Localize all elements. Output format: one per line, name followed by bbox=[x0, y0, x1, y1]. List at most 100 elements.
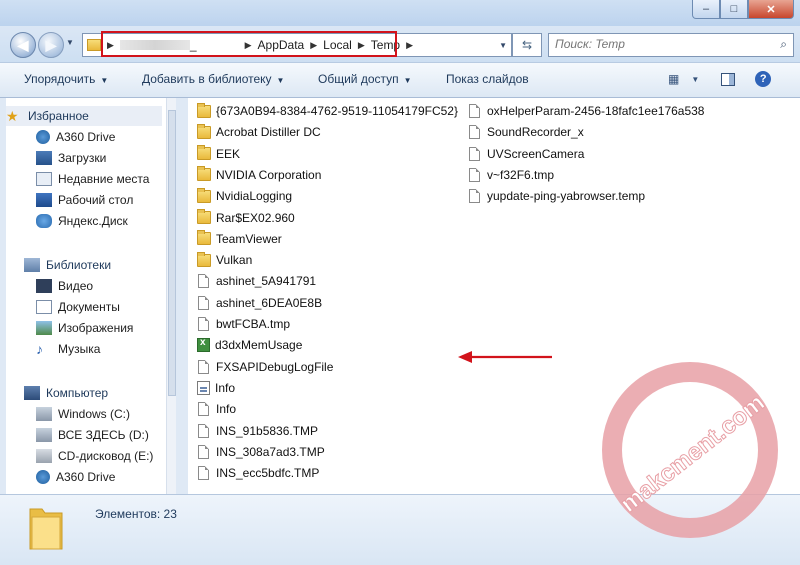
folder-item[interactable]: EEK bbox=[197, 144, 240, 164]
yandex-disk-icon bbox=[36, 214, 52, 228]
nav-favorites[interactable]: ★ Избранное bbox=[6, 106, 162, 126]
item-name: UVScreenCamera bbox=[487, 146, 585, 161]
add-to-library-button[interactable]: Добавить в библиотеку ▼ bbox=[142, 72, 284, 86]
file-item[interactable]: yupdate-ping-yabrowser.temp bbox=[468, 186, 645, 206]
nav-item-label: A360 Drive bbox=[56, 130, 116, 144]
recent-pages-chevron-icon[interactable]: ▼ bbox=[66, 38, 74, 47]
file-item[interactable]: SoundRecorder_x bbox=[468, 122, 584, 142]
folder-item[interactable]: Vulkan bbox=[197, 250, 252, 270]
item-name: Info bbox=[216, 402, 237, 417]
nav-computer[interactable]: Компьютер bbox=[24, 383, 108, 403]
file-item[interactable]: d3dxMemUsage bbox=[197, 335, 302, 355]
nav-item-yandex-disk[interactable]: Яндекс.Диск bbox=[36, 211, 128, 231]
nav-item-label: Windows (C:) bbox=[58, 407, 131, 421]
help-icon[interactable]: ? bbox=[755, 71, 772, 87]
nav-item-label: Загрузки bbox=[58, 151, 107, 165]
search-box[interactable]: ⌕ bbox=[548, 33, 794, 57]
item-name: yupdate-ping-yabrowser.temp bbox=[487, 189, 646, 204]
file-icon bbox=[198, 423, 209, 438]
refresh-icon[interactable]: ⇆ bbox=[512, 33, 542, 57]
folder-item[interactable]: Acrobat Distiller DC bbox=[197, 122, 321, 142]
file-item[interactable]: FXSAPIDebugLogFile bbox=[197, 357, 333, 377]
file-icon bbox=[469, 167, 480, 182]
nav-item-label: Документы bbox=[58, 300, 120, 314]
nav-item-label: Яндекс.Диск bbox=[58, 214, 128, 228]
chevron-down-icon: ▼ bbox=[276, 76, 285, 85]
close-button[interactable]: ✕ bbox=[748, 0, 794, 19]
file-item[interactable]: bwtFCBA.tmp bbox=[197, 314, 290, 334]
item-name: INS_91b5836.TMP bbox=[216, 423, 319, 438]
item-name: SoundRecorder_x bbox=[487, 125, 584, 140]
item-name: Rar$EX02.960 bbox=[216, 210, 295, 225]
file-item[interactable]: Info bbox=[197, 378, 235, 398]
a360-drive-icon bbox=[36, 130, 50, 144]
search-input[interactable] bbox=[549, 34, 770, 54]
breadcrumb-arrow-icon[interactable]: ▶ bbox=[406, 40, 413, 51]
music-icon: ♪ bbox=[36, 341, 43, 357]
nav-item-drive-e[interactable]: CD-дисковод (E:) bbox=[36, 446, 153, 466]
file-item[interactable]: ashinet_5A941791 bbox=[197, 271, 316, 291]
file-item[interactable]: INS_ecc5bdfc.TMP bbox=[197, 463, 319, 483]
nav-item-recent-places[interactable]: Недавние места bbox=[36, 169, 149, 189]
cd-drive-icon bbox=[36, 449, 52, 463]
nav-item-documents[interactable]: Документы bbox=[36, 297, 120, 317]
excel-file-icon bbox=[197, 337, 210, 353]
nav-item-a360-drive[interactable]: A360 Drive bbox=[36, 127, 115, 147]
file-icon bbox=[469, 146, 480, 161]
folder-item[interactable]: NvidiaLogging bbox=[197, 186, 292, 206]
folder-item[interactable]: Rar$EX02.960 bbox=[197, 208, 295, 228]
file-item[interactable]: Info bbox=[197, 399, 236, 419]
minimize-button[interactable]: – bbox=[692, 0, 720, 19]
nav-item-label: Недавние места bbox=[58, 172, 150, 186]
nav-item-pictures[interactable]: Изображения bbox=[36, 318, 133, 338]
slideshow-button[interactable]: Показ слайдов bbox=[446, 72, 529, 86]
address-bar[interactable]: ▶ _ ▶ AppData ▶ Local ▶ Temp ▶ ▼ bbox=[82, 31, 512, 57]
address-dropdown-icon[interactable]: ▼ bbox=[499, 41, 507, 50]
config-file-icon bbox=[197, 380, 210, 395]
file-item[interactable]: oxHelperParam-2456-18fafc1ee176a538 bbox=[468, 101, 704, 121]
nav-item-music[interactable]: ♪ Музыка bbox=[36, 339, 100, 359]
folder-icon bbox=[197, 187, 211, 203]
search-icon[interactable]: ⌕ bbox=[780, 37, 787, 52]
nav-scroll-thumb[interactable] bbox=[168, 110, 176, 396]
nav-item-drive-d[interactable]: ВСЕ ЗДЕСЬ (D:) bbox=[36, 425, 149, 445]
hard-drive-icon bbox=[36, 407, 52, 421]
red-arrow-annotation bbox=[458, 351, 552, 363]
command-bar: Упорядочить ▼ Добавить в библиотеку ▼ Общи… bbox=[0, 62, 800, 98]
nav-libraries[interactable]: Библиотеки bbox=[24, 255, 111, 275]
nav-item-a360-drive-2[interactable]: A360 Drive bbox=[36, 467, 115, 487]
file-item[interactable]: UVScreenCamera bbox=[468, 144, 584, 164]
chevron-down-icon: ▼ bbox=[100, 76, 109, 85]
file-item[interactable]: v~f32F6.tmp bbox=[468, 165, 554, 185]
nav-scrollbar[interactable] bbox=[166, 98, 176, 494]
nav-item-label: ВСЕ ЗДЕСЬ (D:) bbox=[58, 428, 149, 442]
documents-icon bbox=[36, 300, 52, 314]
nav-item-drive-c[interactable]: Windows (C:) bbox=[36, 404, 130, 424]
file-item[interactable]: INS_308a7ad3.TMP bbox=[197, 442, 325, 462]
file-list: {673A0B94-8384-4762-9519-11054179FC52} Ac… bbox=[188, 98, 800, 494]
folder-item[interactable]: TeamViewer bbox=[197, 229, 282, 249]
chevron-down-icon[interactable]: ▼ bbox=[691, 75, 699, 84]
folder-item[interactable]: {673A0B94-8384-4762-9519-11054179FC52} bbox=[197, 101, 458, 121]
a360-drive-icon bbox=[36, 470, 50, 484]
large-folder-icon bbox=[29, 508, 63, 550]
nav-item-desktop[interactable]: Рабочий стол bbox=[36, 190, 133, 210]
share-button[interactable]: Общий доступ ▼ bbox=[318, 72, 412, 86]
maximize-button[interactable]: □ bbox=[720, 0, 748, 19]
file-item[interactable]: ashinet_6DEA0E8B bbox=[197, 293, 322, 313]
nav-favorites-label: Избранное bbox=[28, 109, 89, 123]
nav-item-video[interactable]: Видео bbox=[36, 276, 93, 296]
forward-arrow-icon[interactable]: ▶ bbox=[38, 32, 64, 58]
preview-pane-icon[interactable] bbox=[721, 72, 736, 86]
organize-button[interactable]: Упорядочить ▼ bbox=[24, 72, 108, 86]
item-name: Vulkan bbox=[216, 253, 253, 268]
folder-item[interactable]: NVIDIA Corporation bbox=[197, 165, 321, 185]
file-item[interactable]: INS_91b5836.TMP bbox=[197, 421, 318, 441]
back-arrow-icon[interactable]: ◀ bbox=[10, 32, 36, 58]
nav-item-downloads[interactable]: Загрузки bbox=[36, 148, 106, 168]
view-options-icon[interactable]: ▦ bbox=[668, 72, 679, 86]
nav-item-label: CD-дисковод (E:) bbox=[58, 449, 154, 463]
share-label: Общий доступ bbox=[318, 72, 399, 86]
nav-item-label: Видео bbox=[58, 279, 94, 293]
item-name: FXSAPIDebugLogFile bbox=[216, 359, 334, 374]
